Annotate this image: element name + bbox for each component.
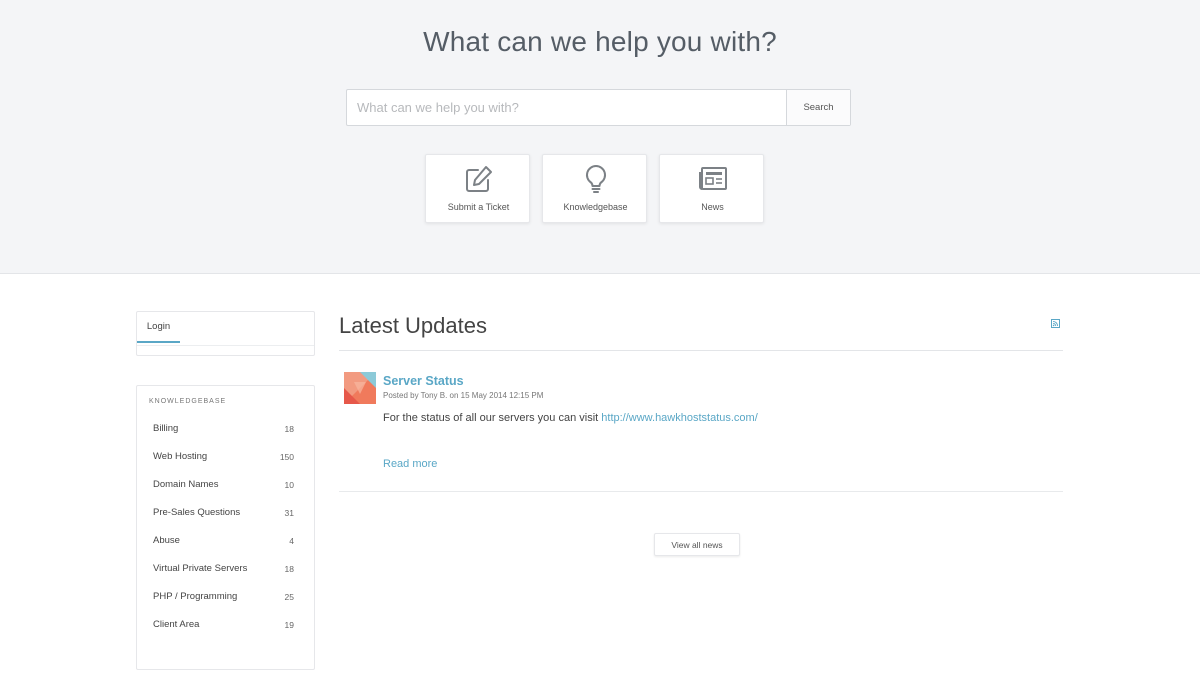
knowledgebase-heading: KNOWLEDGEBASE [149, 398, 227, 405]
read-more-link[interactable]: Read more [383, 458, 437, 470]
kb-item-client-area[interactable]: Client Area 19 [137, 614, 314, 636]
news-body-text: For the status of all our servers you ca… [383, 412, 602, 424]
kb-item-label: Billing [153, 423, 179, 434]
lightbulb-icon [543, 164, 648, 194]
edit-icon [426, 164, 531, 194]
knowledgebase-panel: KNOWLEDGEBASE Billing 18 Web Hosting 150… [136, 385, 315, 670]
hero-title: What can we help you with? [423, 26, 777, 57]
login-panel: Login [136, 311, 315, 356]
kb-item-billing[interactable]: Billing 18 [137, 418, 314, 440]
kb-item-label: Web Hosting [153, 451, 208, 462]
rss-icon[interactable] [1051, 315, 1060, 328]
kb-item-count: 150 [279, 452, 294, 462]
kb-item-count: 10 [284, 480, 294, 490]
submit-ticket-tile[interactable]: Submit a Ticket [425, 154, 530, 223]
view-all-news-button[interactable]: View all news [654, 533, 740, 556]
divider [339, 491, 1063, 492]
knowledgebase-tile[interactable]: Knowledgebase [542, 154, 647, 223]
kb-item-label: Virtual Private Servers [153, 563, 248, 574]
news-tile[interactable]: News [659, 154, 764, 223]
kb-item-abuse[interactable]: Abuse 4 [137, 530, 314, 552]
tile-label: Knowledgebase [563, 202, 628, 212]
search-button[interactable]: Search [786, 90, 850, 125]
kb-item-web-hosting[interactable]: Web Hosting 150 [137, 446, 314, 468]
kb-item-count: 25 [284, 592, 294, 602]
news-meta: Posted by Tony B. on 15 May 2014 12:15 P… [383, 391, 544, 400]
kb-item-count: 4 [289, 536, 294, 546]
kb-item-count: 19 [284, 620, 294, 630]
news-body-link[interactable]: http://www.hawkhoststatus.com/ [601, 412, 758, 424]
kb-item-count: 18 [284, 424, 294, 434]
kb-item-label: Client Area [153, 619, 200, 630]
divider [339, 350, 1063, 351]
kb-item-pre-sales[interactable]: Pre-Sales Questions 31 [137, 502, 314, 524]
kb-item-php-programming[interactable]: PHP / Programming 25 [137, 586, 314, 608]
kb-item-count: 31 [284, 508, 294, 518]
kb-item-label: Domain Names [153, 479, 219, 490]
newspaper-icon [660, 164, 765, 194]
search-input[interactable] [347, 90, 787, 125]
news-avatar [344, 372, 376, 404]
login-tab[interactable]: Login [137, 312, 180, 343]
kb-item-label: PHP / Programming [153, 591, 238, 602]
hero-section: What can we help you with? Search Submit… [0, 0, 1200, 274]
search-box: Search [346, 89, 851, 126]
tile-label: Submit a Ticket [447, 202, 510, 212]
news-title[interactable]: Server Status [383, 374, 464, 388]
page-title: Latest Updates [339, 313, 487, 338]
kb-item-count: 18 [284, 564, 294, 574]
kb-item-domain-names[interactable]: Domain Names 10 [137, 474, 314, 496]
kb-item-vps[interactable]: Virtual Private Servers 18 [137, 558, 314, 580]
news-body: For the status of all our servers you ca… [383, 412, 758, 424]
divider [137, 345, 314, 346]
kb-item-label: Pre-Sales Questions [153, 507, 241, 518]
tile-label: News [701, 202, 724, 212]
kb-item-label: Abuse [153, 535, 180, 546]
